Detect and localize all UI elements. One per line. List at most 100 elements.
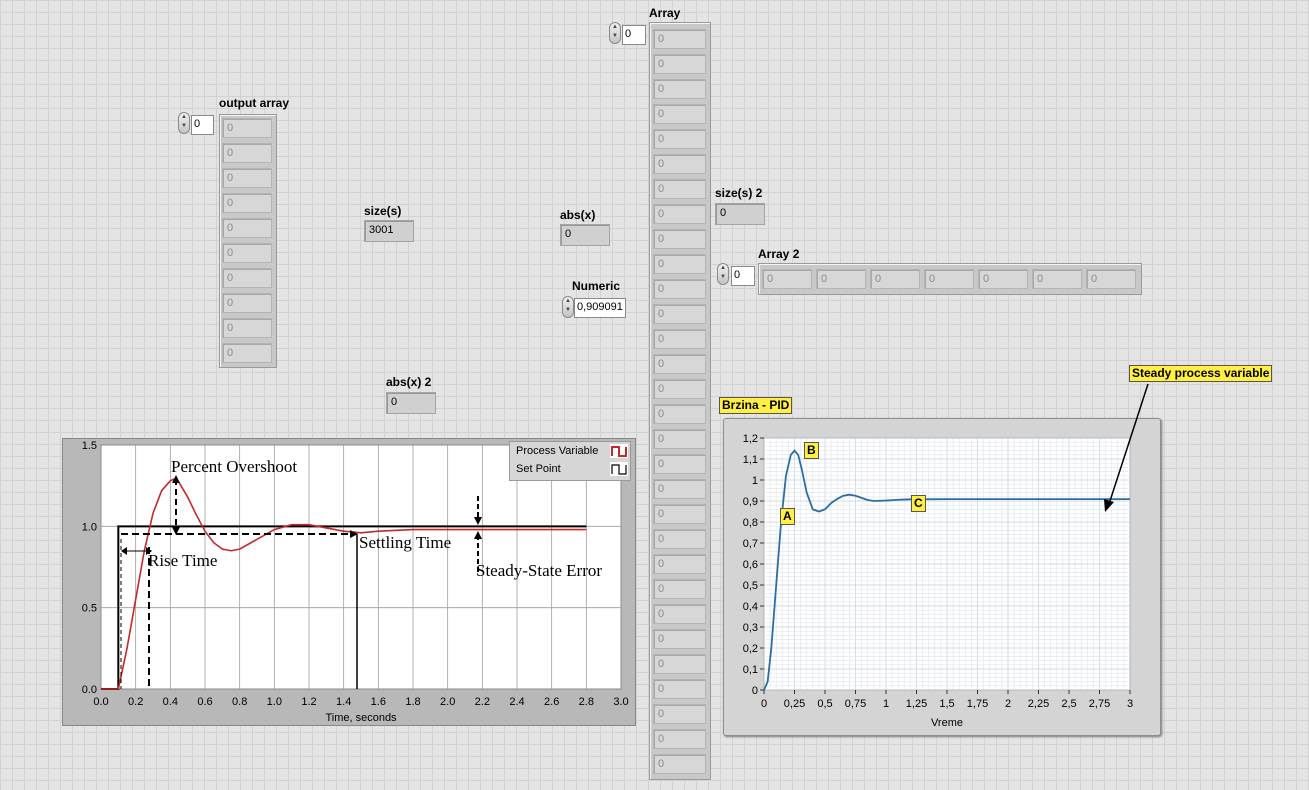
array2-element: 0	[924, 269, 974, 289]
array-element: 0	[653, 204, 706, 224]
y-tick-label: 1,2	[743, 433, 758, 445]
settling-time-label: Settling Time	[359, 533, 451, 552]
x-tick-label: 0.0	[93, 696, 108, 708]
array-element: 0	[653, 354, 706, 374]
percent-overshoot-label: Percent Overshoot	[171, 457, 297, 476]
array2-element: 0	[1086, 269, 1136, 289]
x-tick-label: 1,75	[967, 698, 988, 710]
step-response-chart: 0.0 0.2 0.4 0.6 0.8 1.0 1.2 1.4 1.6 1.8 2.0 2.2 2.4 2…	[62, 438, 636, 726]
array-element: 0	[653, 679, 706, 699]
output-array-element: 0	[222, 118, 272, 138]
y-tick-label: 1	[752, 475, 758, 487]
x-tick-label: 2.6	[544, 696, 559, 708]
x-tick-label: 1.8	[405, 696, 420, 708]
array-element: 0	[653, 454, 706, 474]
y-tick-label: 0,2	[743, 643, 758, 655]
legend-process-variable[interactable]: Process Variable	[516, 445, 598, 457]
array-element: 0	[653, 179, 706, 199]
brzina-pid-plot: 0 0,25 0,5 0,75 1 1,25 1,5 1,75 2 2,25 2,5 2,75 3 0 0,…	[743, 433, 1133, 729]
array-element: 0	[653, 229, 706, 249]
point-a-tag: A	[780, 508, 795, 525]
array-element: 0	[653, 279, 706, 299]
array-element: 0	[653, 254, 706, 274]
array-element: 0	[653, 554, 706, 574]
y-tick-label: 0,1	[743, 664, 758, 676]
array2-element: 0	[978, 269, 1028, 289]
array2-index-input[interactable]: 0	[731, 266, 755, 286]
x-tick-label: 1.6	[371, 696, 386, 708]
array-element: 0	[653, 604, 706, 624]
output-array-element: 0	[222, 293, 272, 313]
output-array-element: 0	[222, 218, 272, 238]
x-tick-label: 0.6	[197, 696, 212, 708]
array2-element: 0	[1032, 269, 1082, 289]
output-array-element: 0	[222, 318, 272, 338]
y-tick-label: 0	[752, 685, 758, 697]
abs-x2-indicator: 0	[386, 392, 436, 414]
steady-state-error-label: Steady-State Error	[476, 561, 602, 580]
array-element: 0	[653, 329, 706, 349]
array-element: 0	[653, 54, 706, 74]
array2-index-spinner[interactable]: ▲ ▼	[717, 263, 729, 285]
steady-process-variable-arrow	[1104, 383, 1149, 512]
x-tick-label: 1.0	[267, 696, 282, 708]
y-tick-label: 0,6	[743, 559, 758, 571]
y-tick-label: 0,8	[743, 517, 758, 529]
x-tick-label: 3.0	[613, 696, 628, 708]
output-array-element: 0	[222, 268, 272, 288]
output-array-element: 0	[222, 243, 272, 263]
x-tick-label: 2,75	[1089, 698, 1110, 710]
array-element: 0	[653, 129, 706, 149]
size-s-label: size(s)	[364, 204, 402, 218]
array2-element: 0	[762, 269, 812, 289]
y-tick-label: 1.5	[82, 440, 97, 452]
x-tick-label: 2.0	[440, 696, 455, 708]
array-index-input[interactable]: 0	[622, 25, 646, 45]
x-tick-label: 0.8	[232, 696, 247, 708]
x-tick-label: 1	[883, 698, 889, 710]
output-array-element: 0	[222, 168, 272, 188]
x-tick-label: 2,5	[1061, 698, 1076, 710]
point-b-tag: B	[804, 442, 819, 459]
output-array-index-spinner[interactable]: ▲ ▼	[178, 112, 190, 134]
size-s2-label: size(s) 2	[715, 186, 763, 200]
y-tick-label: 1,1	[743, 454, 758, 466]
x-tick-label: 0,75	[845, 698, 866, 710]
x-tick-label: 1.2	[301, 696, 316, 708]
legend-set-point[interactable]: Set Point	[516, 463, 561, 475]
y-tick-label: 0,3	[743, 622, 758, 634]
array-index-spinner[interactable]: ▲ ▼	[609, 22, 621, 44]
output-array-element: 0	[222, 193, 272, 213]
numeric-spinner[interactable]: ▲ ▼	[562, 296, 574, 318]
x-tick-label: 0.4	[163, 696, 178, 708]
step-response-plot: 0.0 0.2 0.4 0.6 0.8 1.0 1.2 1.4 1.6 1.8 2.0 2.2 2.4 2…	[82, 440, 629, 724]
x-tick-label: 0.2	[128, 696, 143, 708]
array-element: 0	[653, 754, 706, 774]
x-tick-label: 1.4	[336, 696, 351, 708]
output-array-index-input[interactable]: 0	[191, 115, 214, 135]
array-element: 0	[653, 304, 706, 324]
y-tick-label: 0,7	[743, 538, 758, 550]
y-tick-label: 0,5	[743, 580, 758, 592]
point-c-tag: C	[911, 495, 926, 512]
x-tick-label: 2	[1005, 698, 1011, 710]
abs-x-indicator: 0	[560, 224, 610, 246]
y-tick-label: 0,4	[743, 601, 758, 613]
array-element: 0	[653, 404, 706, 424]
size-s2-indicator: 0	[715, 203, 765, 225]
brzina-pid-chart: 0 0,25 0,5 0,75 1 1,25 1,5 1,75 2 2,25 2,5 2,75 3 0 0,…	[723, 418, 1161, 736]
numeric-input[interactable]: 0,909091	[574, 298, 626, 318]
x-tick-label: 0,5	[817, 698, 832, 710]
y-tick-label: 0.5	[82, 603, 97, 615]
array-element: 0	[653, 729, 706, 749]
output-array-label: output array	[219, 96, 290, 110]
y-tick-label: 0.0	[82, 684, 97, 696]
array2-element: 0	[816, 269, 866, 289]
x-tick-label: 0,25	[784, 698, 805, 710]
array-element: 0	[653, 104, 706, 124]
x-tick-label: 0	[761, 698, 767, 710]
brzina-pid-title: Brzina - PID	[719, 397, 793, 414]
array2-label: Array 2	[758, 247, 800, 261]
size-s-indicator: 3001	[364, 220, 414, 242]
array-element: 0	[653, 429, 706, 449]
